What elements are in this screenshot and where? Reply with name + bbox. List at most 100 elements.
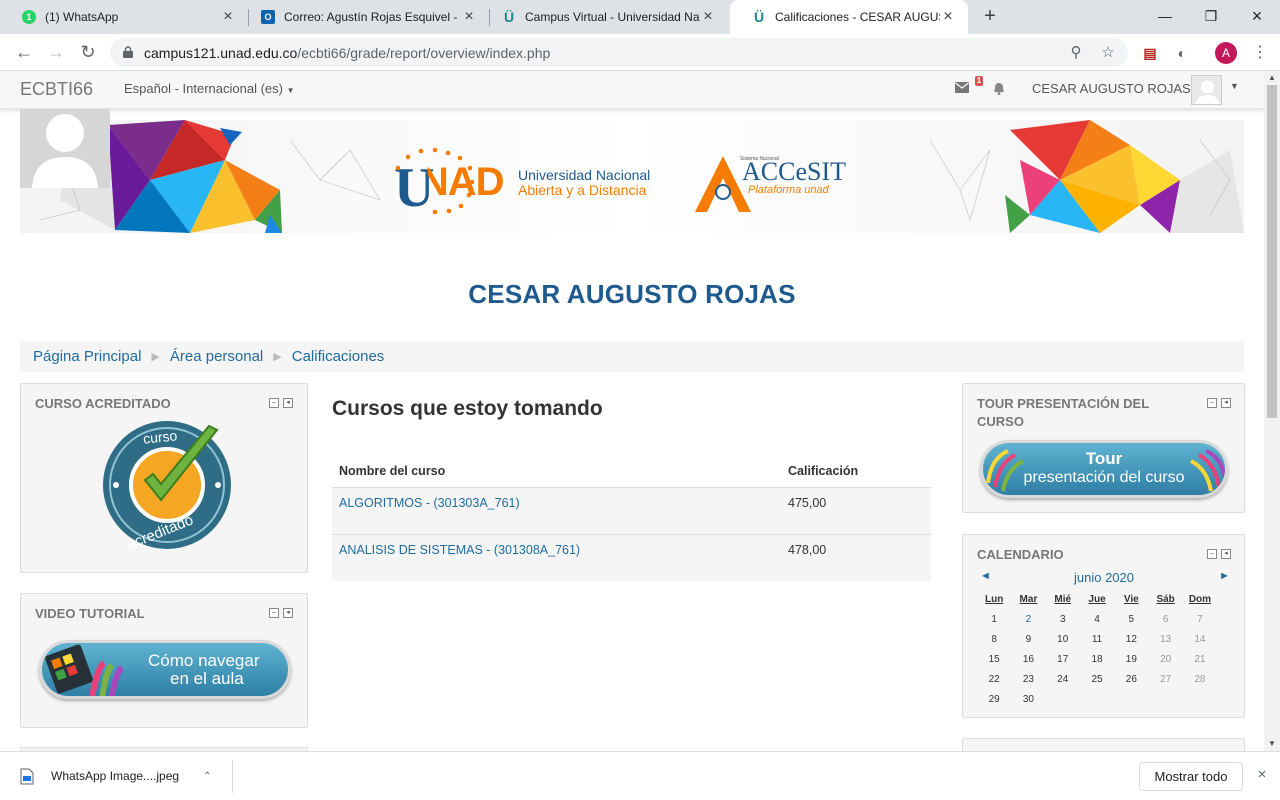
minimize-icon[interactable]: — [1152,4,1178,28]
dock-block-icon[interactable]: ◂ [1221,398,1231,408]
calendar-day[interactable]: 10 [1046,630,1080,650]
calendar-day[interactable]: 30 [1011,690,1045,710]
restore-icon[interactable]: ❐ [1198,4,1224,28]
course-brand[interactable]: ECBTI66 [20,79,93,100]
calendar-day[interactable]: 18 [1080,650,1114,670]
calendar-day[interactable]: 12 [1114,630,1148,650]
grade-cell: 475,00 [781,486,931,534]
show-all-button[interactable]: Mostrar todo [1139,762,1243,791]
calendar-day[interactable]: 22 [977,670,1011,690]
scroll-thumb[interactable] [1267,85,1277,418]
calendar-day[interactable]: 3 [1046,610,1080,630]
bell-icon[interactable] [991,80,1007,96]
chevron-up-icon[interactable]: ⌃ [203,771,211,782]
language-menu[interactable]: Español - Internacional (es) ▼ [124,81,295,96]
profile-avatar[interactable]: A [1215,42,1237,64]
calendar-day[interactable]: 9 [1011,630,1045,650]
dock-block-icon[interactable]: ◂ [1221,549,1231,559]
calendar-day[interactable]: 6 [1148,610,1182,630]
calendar-day[interactable]: 28 [1183,670,1217,690]
tab-outlook[interactable]: O Correo: Agustín Rojas Esquivel - O × [239,0,489,34]
calendar-day[interactable]: 1 [977,610,1011,630]
calendar-day[interactable]: 11 [1080,630,1114,650]
calendar-day[interactable]: 8 [977,630,1011,650]
block-title-line2: CURSO [977,414,1024,429]
calendar-day[interactable]: 21 [1183,650,1217,670]
column-header-grade: Calificación [781,455,931,488]
collapse-block-icon[interactable]: – [1207,398,1217,408]
dock-block-icon[interactable]: ◂ [283,398,293,408]
forward-icon[interactable]: → [44,40,68,64]
reload-icon[interactable]: ↻ [76,40,100,64]
page-scrollbar[interactable]: ▲ ▼ [1264,71,1280,751]
block-video-tutorial: VIDEO TUTORIAL – ◂ Cómo navegar en el au… [20,593,308,728]
calendar-day[interactable]: 23 [1011,670,1045,690]
calendar-day[interactable]: 7 [1183,610,1217,630]
calendar-day[interactable]: 24 [1046,670,1080,690]
course-link[interactable]: ALGORITMOS - (301303A_761) [339,496,520,510]
extension-icon[interactable]: ◐ [1172,43,1192,63]
dock-block-icon[interactable]: ◂ [283,608,293,618]
calendar-day[interactable]: 14 [1183,630,1217,650]
tab-title: Campus Virtual - Universidad Na [525,10,700,24]
video-tutorial-button[interactable]: Cómo navegar en el aula [39,640,291,699]
mail-icon[interactable] [955,82,969,93]
calendar-day[interactable]: 26 [1114,670,1148,690]
address-bar[interactable]: campus121.unad.edu.co/ecbti66/grade/repo… [110,38,1128,67]
calendar-month-label[interactable]: junio 2020 [977,570,1231,585]
new-tab-button[interactable]: + [979,5,1001,27]
tab-title: (1) WhatsApp [45,10,119,24]
calendar-day[interactable]: 17 [1046,650,1080,670]
close-downloads-icon[interactable]: × [1253,766,1271,784]
chevron-down-icon[interactable]: ▼ [1230,81,1239,91]
back-icon[interactable]: ← [12,40,36,64]
close-tab-icon[interactable]: × [461,9,477,25]
close-tab-icon[interactable]: × [940,9,956,25]
calendar-day[interactable]: 4 [1080,610,1114,630]
profile-picture [20,109,110,188]
lock-icon [123,46,133,58]
collapse-block-icon[interactable]: – [269,398,279,408]
calendar-day[interactable]: 13 [1148,630,1182,650]
user-avatar[interactable] [1191,75,1222,105]
calendar-grid: Lun Mar Mié Jue Vie Sáb Dom 1 2 3 4 5 6 7 8 9 10 11 12 13 14… [977,590,1231,710]
scroll-up-icon[interactable]: ▲ [1264,71,1280,85]
outlook-icon: O [261,10,275,24]
zoom-icon[interactable]: ⚲ [1067,44,1085,62]
browser-tab-bar: 1 (1) WhatsApp × O Correo: Agustín Rojas… [0,0,1280,34]
breadcrumb-dashboard[interactable]: Área personal [170,348,263,365]
breadcrumb-grades[interactable]: Calificaciones [292,348,385,365]
calendar-day[interactable]: 20 [1148,650,1182,670]
calendar-next-month-icon[interactable]: ► [1219,570,1230,582]
tab-campus-virtual[interactable]: Ü Campus Virtual - Universidad Na × [480,0,728,34]
close-tab-icon[interactable]: × [700,9,716,25]
calendar-day[interactable]: 2 [1011,610,1045,630]
breadcrumb-home[interactable]: Página Principal [33,348,141,365]
close-window-icon[interactable]: × [1244,4,1270,28]
user-name[interactable]: CESAR AUGUSTO ROJAS [1032,81,1191,96]
download-item[interactable]: WhatsApp Image....jpeg ⌃ [20,764,211,788]
collapse-block-icon[interactable]: – [1207,549,1217,559]
tab-whatsapp[interactable]: 1 (1) WhatsApp × [0,0,248,34]
course-link[interactable]: ANALISIS DE SISTEMAS - (301308A_761) [339,543,580,557]
scroll-down-icon[interactable]: ▼ [1264,737,1280,751]
calendar-day[interactable]: 25 [1080,670,1114,690]
calendar-day[interactable]: 16 [1011,650,1045,670]
calendar-day[interactable]: 15 [977,650,1011,670]
message-count-badge: 1 [975,76,983,86]
calendar-day[interactable]: 5 [1114,610,1148,630]
calendar-day[interactable]: 29 [977,690,1011,710]
block-title: TOUR PRESENTACIÓN DEL CURSO [977,395,1149,431]
table-header-row: Nombre del curso Calificación [332,455,931,488]
calendar-day-header: Jue [1088,594,1106,605]
bookmark-star-icon[interactable]: ☆ [1099,44,1117,62]
close-tab-icon[interactable]: × [220,9,236,25]
calendar-day[interactable]: 19 [1114,650,1148,670]
menu-icon[interactable]: ⋮ [1250,43,1270,63]
tab-calificaciones[interactable]: Ü Calificaciones - CESAR AUGUSTO × [730,0,968,34]
pdf-extension-icon[interactable]: ▤ [1140,43,1160,63]
calendar-day[interactable]: 27 [1148,670,1182,690]
block-accredited-course: CURSO ACREDITADO – ◂ curso acreditado [20,383,308,573]
course-tour-button[interactable]: Tour presentación del curso [980,440,1228,498]
collapse-block-icon[interactable]: – [269,608,279,618]
